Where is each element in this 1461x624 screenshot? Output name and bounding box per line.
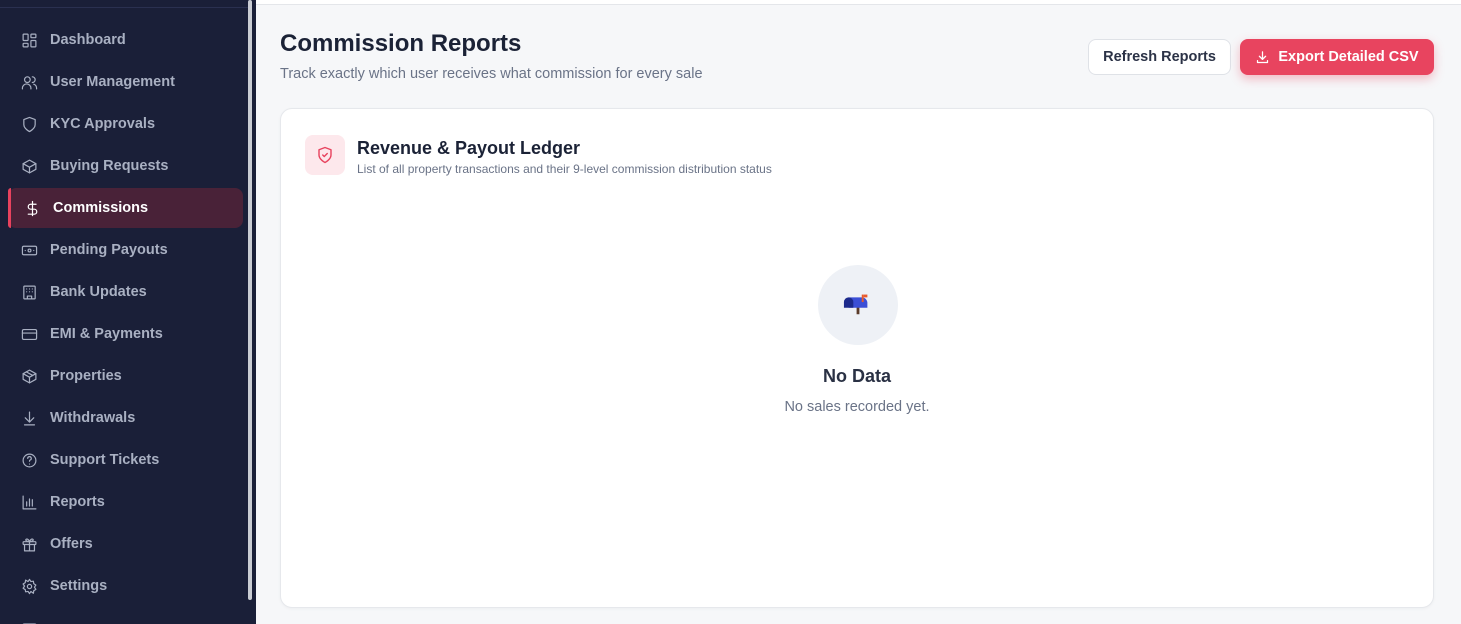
credit-card-icon [20,325,38,343]
ledger-title: Revenue & Payout Ledger [357,138,581,158]
grid-icon [20,31,38,49]
sidebar-item-buying-requests[interactable]: Buying Requests [8,146,243,186]
building-icon [20,283,38,301]
sidebar-item-label: Bank Updates [50,284,147,300]
box-icon [20,157,38,175]
sidebar-item-commissions[interactable]: Commissions [8,188,243,228]
sidebar-item-emi-payments[interactable]: EMI & Payments [8,314,243,354]
refresh-reports-button[interactable]: Refresh Reports [1088,39,1231,75]
export-csv-label: Export Detailed CSV [1278,49,1419,65]
sidebar-item-label: Pending Payouts [50,242,168,258]
sidebar-item-label: EMI & Payments [50,326,163,342]
sidebar-item-label: Buying Requests [50,158,169,174]
shield-check-icon [305,135,345,175]
sidebar-item-label: Settings [50,578,108,594]
sidebar-top-divider [0,0,248,8]
sidebar-item-label: Withdrawals [50,410,136,426]
page-subtitle: Track exactly which user receives what c… [280,66,703,82]
sidebar-item-label: Reports [50,494,105,510]
sidebar-item-label: User Management [50,74,175,90]
top-bar [256,0,1461,5]
package-icon [20,367,38,385]
sidebar-item-label: Offers [50,536,93,552]
help-circle-icon [20,451,38,469]
empty-state-title: No Data [822,366,891,386]
sidebar-item-offers[interactable]: Offers [8,524,243,564]
sidebar-item-label: Support Tickets [50,452,160,468]
refresh-reports-label: Refresh Reports [1103,49,1216,65]
sidebar-item-user-management[interactable]: User Management [8,62,243,102]
sidebar-item-withdrawals[interactable]: Withdrawals [8,398,243,438]
sidebar-item-label: KYC Approvals [50,116,156,132]
sidebar-item-reports[interactable]: Reports [8,482,243,522]
ledger-card: Revenue & Payout Ledger List of all prop… [280,108,1434,608]
sidebar-item-label: Properties [50,368,122,384]
sidebar: Dashboard User Management KYC Approvals … [0,0,256,624]
shield-icon [20,115,38,133]
sidebar-item-properties[interactable]: Properties [8,356,243,396]
download-icon [1255,50,1278,65]
sidebar-item-support-tickets[interactable]: Support Tickets [8,440,243,480]
dollar-icon [23,199,41,217]
sidebar-item-settings[interactable]: Settings [8,566,243,606]
sidebar-item-kyc-approvals[interactable]: KYC Approvals [8,104,243,144]
ledger-subtitle: List of all property transactions and th… [357,162,772,176]
mailbox-icon [843,288,873,323]
list-icon [20,619,38,624]
download-arrow-icon [20,409,38,427]
sidebar-item-pending-payouts[interactable]: Pending Payouts [8,230,243,270]
gift-icon [20,535,38,553]
empty-state-message: No sales recorded yet. [784,399,930,415]
sidebar-item-partial[interactable] [8,608,243,624]
empty-state-icon-wrap [818,265,898,345]
sidebar-item-label: Commissions [53,200,149,216]
sidebar-item-bank-updates[interactable]: Bank Updates [8,272,243,312]
export-csv-button[interactable]: Export Detailed CSV [1240,39,1434,75]
users-icon [20,73,38,91]
banknote-icon [20,241,38,259]
sidebar-nav: Dashboard User Management KYC Approvals … [8,20,243,624]
sidebar-item-label: Dashboard [50,32,126,48]
bar-chart-icon [20,493,38,511]
page-title: Commission Reports [280,30,522,57]
gear-icon [20,577,38,595]
sidebar-item-dashboard[interactable]: Dashboard [8,20,243,60]
